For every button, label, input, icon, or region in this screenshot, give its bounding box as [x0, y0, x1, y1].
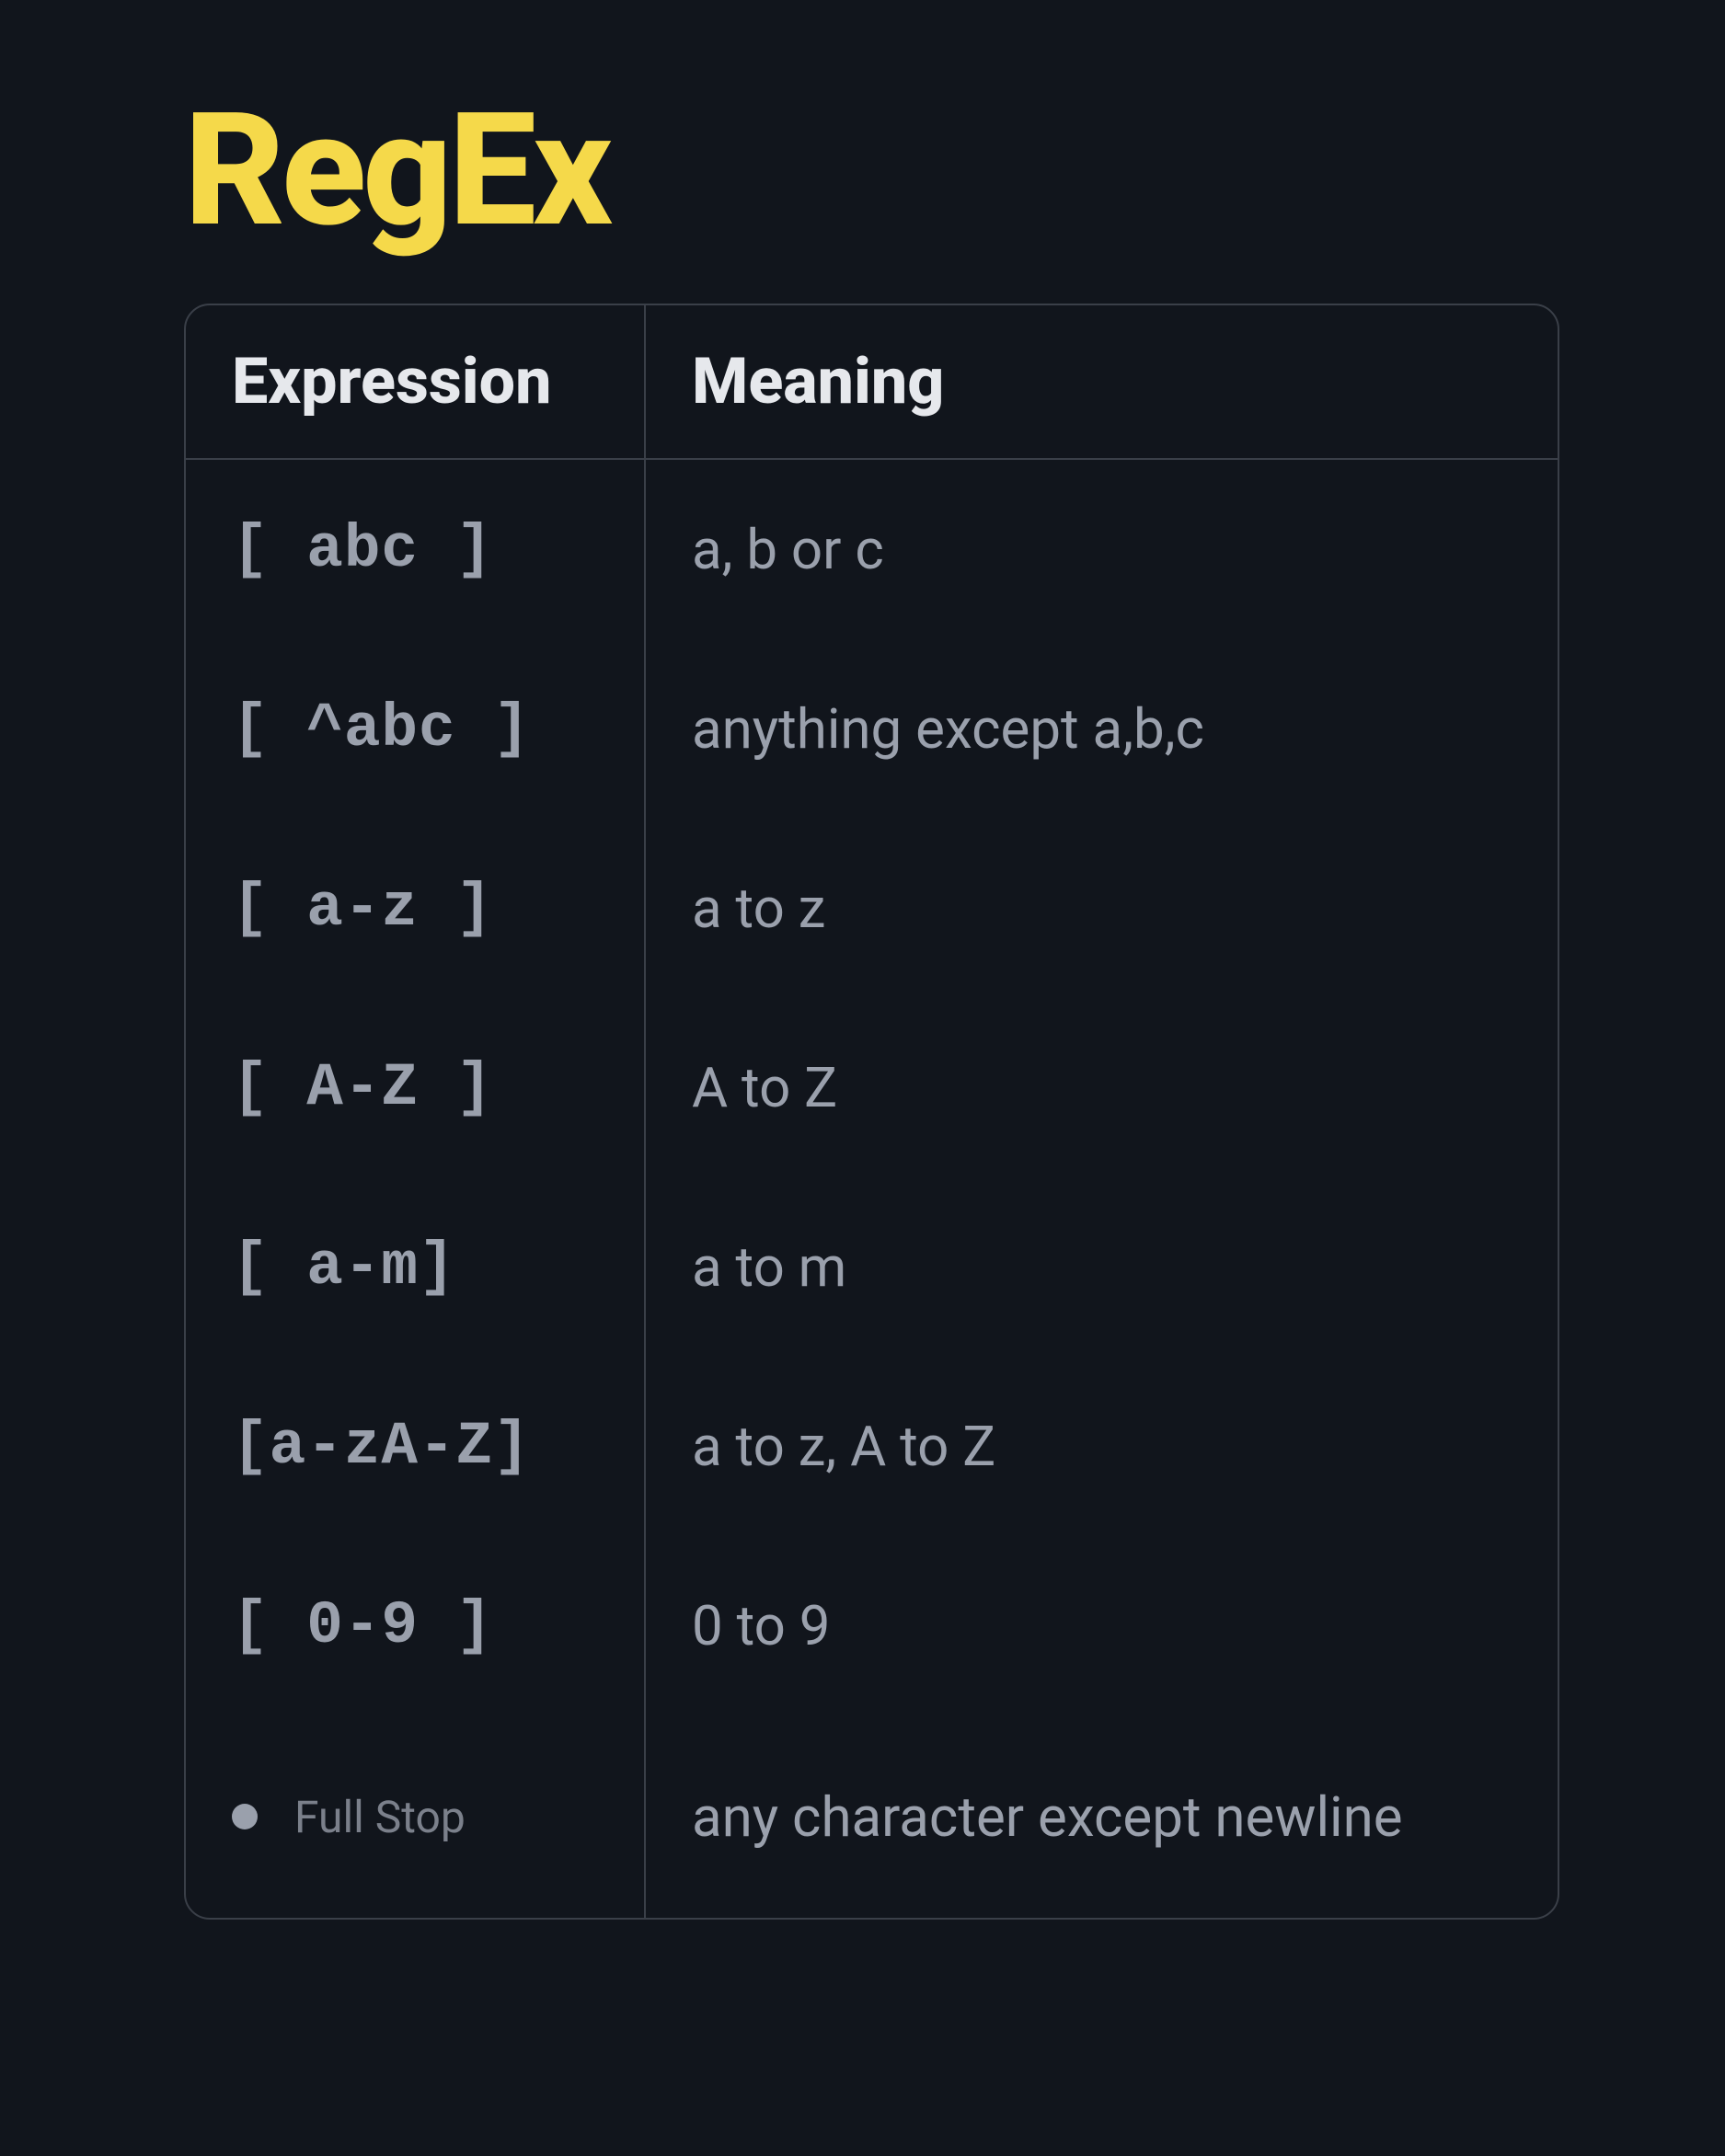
table-row: [ abc ]	[186, 460, 644, 639]
table-header-meaning: Meaning	[646, 305, 1558, 458]
table-row: a to z	[646, 819, 1558, 998]
regex-table: Expression Meaning [ abc ] [ ^abc ] [ a-…	[184, 304, 1559, 1920]
table-row: [ a-m]	[186, 1177, 644, 1357]
table-row: 0 to 9	[646, 1536, 1558, 1715]
meaning-value: a, b or c	[692, 518, 884, 581]
table-row: A to Z	[646, 998, 1558, 1177]
expression-value: [ A-Z ]	[232, 1053, 493, 1122]
expression-value: [ a-z ]	[232, 874, 493, 943]
full-stop-label: Full Stop	[294, 1791, 466, 1843]
expression-value: Full Stop	[232, 1791, 466, 1843]
table-row: [ a-z ]	[186, 819, 644, 998]
meaning-value: a to m	[692, 1235, 846, 1299]
table-row: Full Stop	[186, 1715, 644, 1918]
expression-value: [ abc ]	[232, 515, 493, 584]
table-body: [ abc ] [ ^abc ] [ a-z ] [ A-Z ] [ a-m] …	[186, 460, 1558, 1918]
column-meaning: a, b or c anything except a,b,c a to z A…	[646, 460, 1558, 1918]
table-row: a to m	[646, 1177, 1558, 1357]
meaning-value: a to z	[692, 877, 825, 940]
full-stop-icon	[232, 1804, 258, 1829]
page: RegEx Expression Meaning [ abc ] [ ^abc …	[0, 0, 1725, 2156]
table-row: [ A-Z ]	[186, 998, 644, 1177]
table-row: [a-zA-Z]	[186, 1357, 644, 1536]
meaning-value: A to Z	[692, 1056, 837, 1119]
meaning-value: 0 to 9	[692, 1594, 830, 1657]
table-row: a to z, A to Z	[646, 1357, 1558, 1536]
table-row: a, b or c	[646, 460, 1558, 639]
column-expression: [ abc ] [ ^abc ] [ a-z ] [ A-Z ] [ a-m] …	[186, 460, 646, 1918]
meaning-value: anything except a,b,c	[692, 697, 1204, 761]
expression-value: [ a-m]	[232, 1233, 456, 1302]
expression-value: [a-zA-Z]	[232, 1412, 531, 1481]
meaning-value: any character except newline	[692, 1785, 1403, 1849]
table-row: anything except a,b,c	[646, 639, 1558, 819]
expression-value: [ ^abc ]	[232, 694, 531, 763]
table-header-expression: Expression	[186, 305, 646, 458]
table-header-row: Expression Meaning	[186, 305, 1558, 460]
meaning-value: a to z, A to Z	[692, 1415, 995, 1478]
expression-value: [ 0-9 ]	[232, 1591, 493, 1660]
table-row: any character except newline	[646, 1715, 1558, 1918]
page-title: RegEx	[184, 92, 1559, 248]
table-row: [ ^abc ]	[186, 639, 644, 819]
table-row: [ 0-9 ]	[186, 1536, 644, 1715]
